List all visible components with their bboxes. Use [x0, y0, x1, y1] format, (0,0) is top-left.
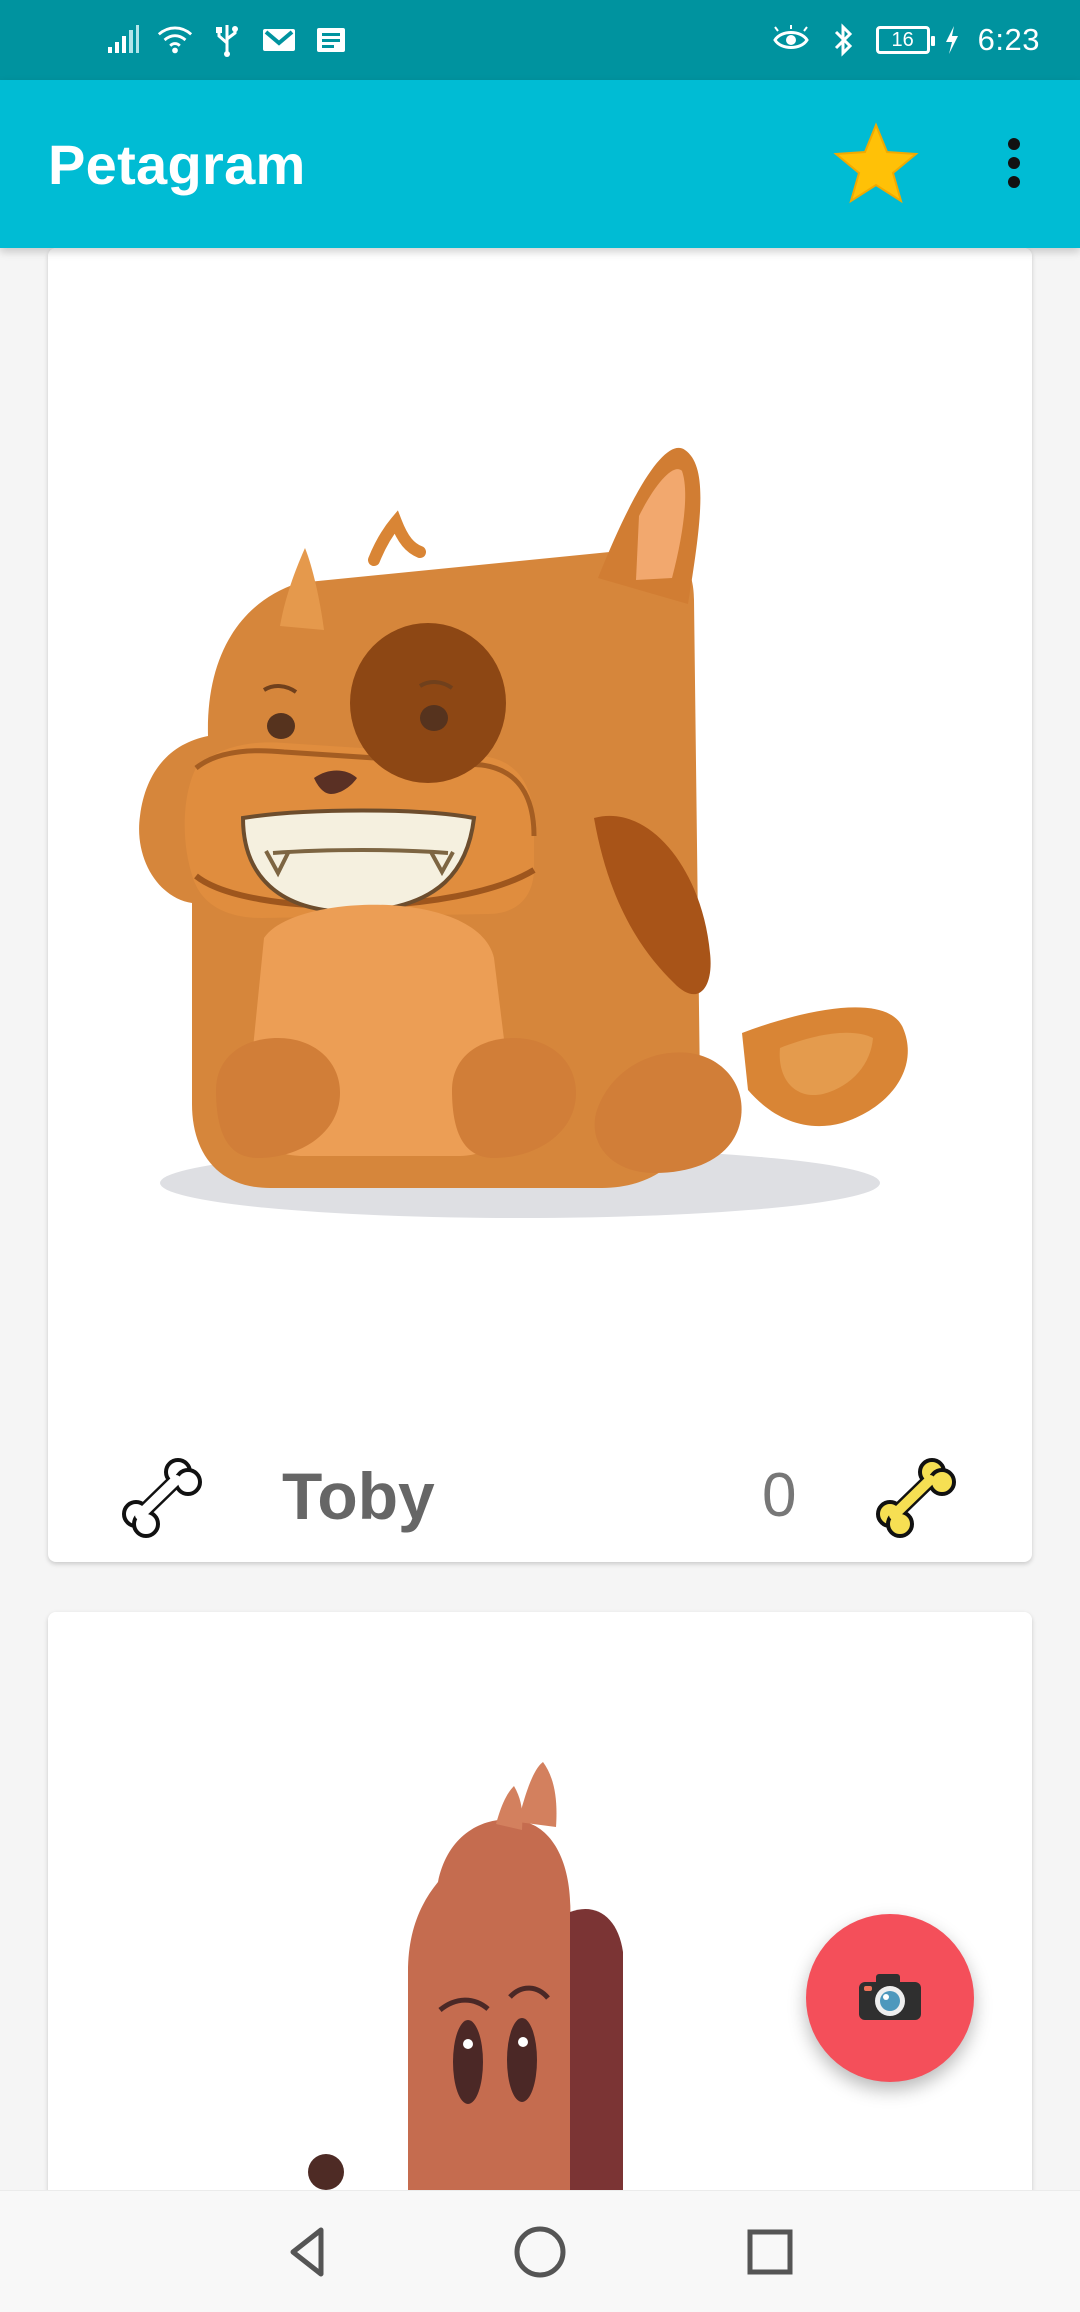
news-icon: [312, 23, 350, 57]
status-right-icons: 16 6:23: [772, 22, 1040, 58]
gmail-icon: [260, 23, 298, 57]
pet-name: Toby: [282, 1459, 435, 1533]
home-icon: [510, 2222, 570, 2285]
system-navigation-bar: [0, 2190, 1080, 2312]
like-button[interactable]: [118, 1454, 206, 1542]
camera-icon: [854, 1968, 926, 2029]
yellow-bone-icon: [872, 1454, 960, 1542]
brown-dog-illustration: [48, 1612, 1032, 2190]
recent-apps-icon: [740, 2222, 800, 2285]
status-left-icons: [104, 23, 350, 57]
usb-icon: [208, 23, 246, 57]
orange-dog-illustration: [48, 248, 1032, 1426]
eye-comfort-icon: [772, 23, 810, 57]
back-icon: [278, 2222, 338, 2285]
recent-apps-button[interactable]: [730, 2213, 810, 2293]
more-vertical-icon: [1005, 137, 1023, 192]
camera-button[interactable]: [806, 1914, 974, 2082]
outline-bone-icon: [118, 1458, 206, 1545]
charging-icon: [944, 23, 960, 57]
bluetooth-icon: [824, 23, 862, 57]
pet-card-footer: Toby 0: [48, 1426, 1032, 1562]
app-bar: Petagram: [0, 80, 1080, 248]
pet-card: Toby 0: [48, 248, 1032, 1562]
home-button[interactable]: [500, 2213, 580, 2293]
signal-icon: [104, 23, 142, 57]
pet-feed[interactable]: Toby 0: [0, 248, 1080, 2190]
status-time: 6:23: [977, 22, 1040, 57]
battery-icon: 16: [875, 26, 935, 54]
wifi-icon: [156, 23, 194, 57]
more-options-button[interactable]: [984, 114, 1044, 214]
status-bar: 16 6:23: [0, 0, 1080, 80]
favorites-button[interactable]: [826, 114, 926, 214]
app-title: Petagram: [48, 132, 306, 196]
pet-card: [48, 1612, 1032, 2190]
back-button[interactable]: [268, 2213, 348, 2293]
star-icon: [832, 121, 920, 208]
like-count: 0: [762, 1461, 797, 1530]
